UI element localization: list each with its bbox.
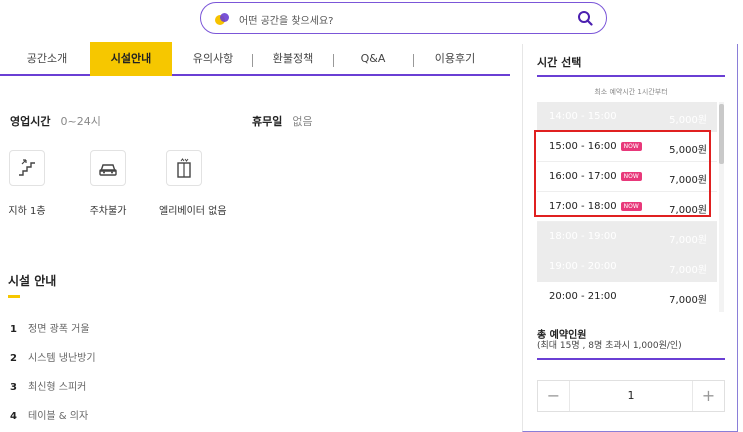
time-select-title: 시간 선택 [537,56,582,69]
people-count[interactable]: 1 [570,381,692,411]
min-time-note: 최소 예약시간 1시간부터 [594,88,668,96]
tab-refund[interactable]: 환불정책 [254,44,332,74]
tab-facility-info[interactable]: 시설안내 [90,42,172,76]
hours-label: 영업시간 [10,115,51,128]
people-stepper: − 1 + [537,380,725,412]
facility-elevator: 엘리베이터 없음 [159,150,227,217]
business-hours: 영업시간 0~24시 [10,113,101,129]
list-item: 3 최신형 스피커 [10,378,86,393]
detail-tabs: 공간소개 시설안내 유의사항 환불정책 Q&A 이용후기 [0,42,510,76]
item-text: 테이블 & 의자 [28,411,89,422]
slot-time: 19:00 - 20:00 [549,261,617,272]
booking-panel: 시간 선택 최소 예약시간 1시간부터 14:00 - 15:00 5,000원… [522,44,738,432]
facility-label: 엘리베이터 없음 [159,206,227,217]
section-title: 시설 안내 [8,274,57,288]
car-icon [90,150,126,186]
panel-underline [537,358,725,360]
list-item: 4 테이블 & 의자 [10,407,88,422]
selection-highlight [534,130,711,217]
slot-price: 7,000원 [669,265,707,276]
item-number: 1 [10,324,17,335]
tab-reviews[interactable]: 이용후기 [414,44,496,74]
scrollbar-thumb[interactable] [719,104,724,164]
slot-time: 20:00 - 21:00 [549,291,617,302]
closed-days: 휴무일 없음 [252,113,313,129]
closed-value: 없음 [292,115,313,128]
item-number: 3 [10,382,17,393]
stairs-icon [9,150,45,186]
search-icon[interactable] [577,10,593,26]
item-text: 시스템 냉난방기 [28,353,96,364]
search-input[interactable]: 어떤 공간을 찾으세요? [239,12,333,27]
tab-qna[interactable]: Q&A [334,44,412,74]
slot-scrollbar[interactable] [719,102,724,312]
time-slot: 18:00 - 19:00 7,000원 [537,222,717,252]
section-underline [8,295,20,298]
facility-label: 주차불가 [89,206,127,217]
panel-underline [537,75,725,77]
facility-label: 지하 1층 [8,206,46,217]
slot-price: 5,000원 [669,115,707,126]
time-slot: 14:00 - 15:00 5,000원 [537,102,717,132]
logo-icon [215,13,229,25]
people-limit-note: (최대 15명 , 8명 초과시 1,000원/인) [537,341,682,351]
facility-parking: 주차불가 [83,150,133,217]
closed-label: 휴무일 [252,115,283,128]
top-bar: 어떤 공간을 찾으세요? [0,0,743,44]
slot-price: 7,000원 [669,235,707,246]
time-slot[interactable]: 20:00 - 21:00 7,000원 [537,282,717,310]
list-item: 2 시스템 냉난방기 [10,349,96,364]
hours-value: 0~24시 [60,115,101,128]
item-text: 정면 광폭 거울 [28,324,90,335]
facility-floor: 지하 1층 [2,150,52,217]
item-text: 최신형 스피커 [28,382,87,393]
time-slot: 19:00 - 20:00 7,000원 [537,252,717,282]
slot-price: 7,000원 [669,295,707,306]
list-item: 1 정면 광폭 거울 [10,320,90,335]
tab-space-intro[interactable]: 공간소개 [10,44,84,74]
item-number: 4 [10,411,17,422]
tab-divider [252,54,253,67]
search-bar[interactable]: 어떤 공간을 찾으세요? [200,2,607,34]
increase-button[interactable]: + [692,381,724,411]
item-number: 2 [10,353,17,364]
slot-time: 14:00 - 15:00 [549,111,617,122]
slot-time: 18:00 - 19:00 [549,231,617,242]
elevator-icon [166,150,202,186]
decrease-button[interactable]: − [538,381,570,411]
tab-notes[interactable]: 유의사항 [176,44,250,74]
